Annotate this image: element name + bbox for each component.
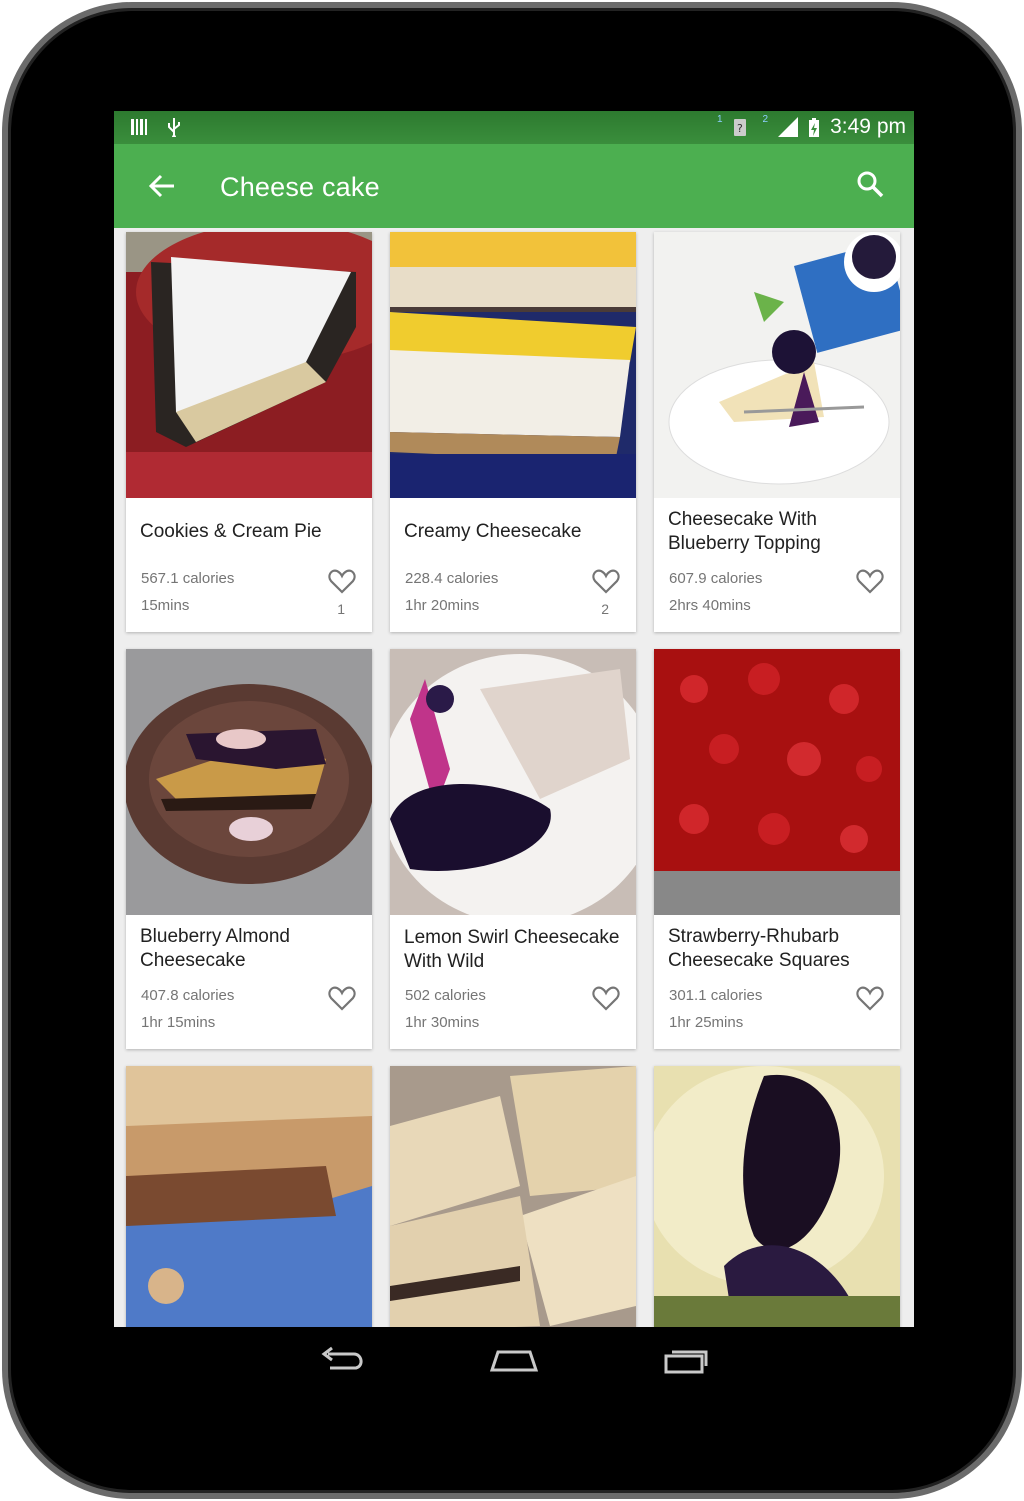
blueberry-cheesecake-plate-photo: [654, 232, 900, 498]
svg-text:?: ?: [737, 122, 743, 135]
status-time: 3:49 pm: [830, 115, 906, 138]
search-icon[interactable]: [854, 168, 888, 202]
recipe-image: [126, 1066, 372, 1327]
nav-home-icon[interactable]: [488, 1346, 540, 1376]
favorite-heart-icon[interactable]: [856, 568, 884, 594]
recipe-grid: Cookies & Cream Pie 567.1 calories 15min…: [114, 228, 914, 1327]
recipe-time: 1hr 20mins: [405, 597, 480, 614]
recipe-time: 1hr 15mins: [141, 1014, 216, 1031]
favorite-heart-icon[interactable]: [592, 985, 620, 1011]
status-bar: 1 ? 2 3:49 pm: [114, 111, 914, 144]
sim2-indicator: 2: [762, 113, 769, 125]
recipe-calories: 607.9 calories: [669, 570, 763, 587]
recipe-title: Lemon Swirl Cheesecake With Wild: [404, 927, 620, 972]
recipe-calories: 301.1 calories: [669, 987, 763, 1004]
recipe-title: Cheesecake With Blueberry Topping: [668, 509, 821, 554]
sim-unknown-icon: ?: [733, 119, 746, 136]
recipe-title: Cookies & Cream Pie: [140, 521, 322, 542]
recipe-card[interactable]: [390, 1066, 636, 1327]
screen: 1 ? 2 3:49 pm Cheese cake Cookies & Crea…: [114, 111, 914, 1327]
wild-blueberry-sauce-photo: [390, 649, 636, 915]
recipe-image: [390, 1066, 636, 1327]
recipe-image: [390, 232, 636, 498]
sim1-indicator: 1: [716, 113, 723, 125]
recipe-card[interactable]: Lemon Swirl Cheesecake With Wild 502 cal…: [390, 649, 636, 1049]
usb-icon: [168, 118, 180, 137]
recipe-calories: 502 calories: [405, 987, 486, 1004]
recipe-title: Strawberry-Rhubarb Cheesecake Squares: [668, 926, 850, 971]
favorite-heart-icon[interactable]: [328, 985, 356, 1011]
back-arrow-icon[interactable]: [144, 170, 180, 202]
nav-recent-apps-icon[interactable]: [660, 1346, 712, 1376]
favorite-count: 1: [337, 601, 345, 617]
favorite-heart-icon[interactable]: [856, 985, 884, 1011]
battery-charging-icon: [809, 118, 820, 137]
signal-icon: [778, 117, 799, 137]
recipe-calories: 228.4 calories: [405, 570, 499, 587]
recipe-card[interactable]: Creamy Cheesecake 228.4 calories 1hr 20m…: [390, 232, 636, 632]
recipe-time: 2hrs 40mins: [669, 597, 751, 614]
favorite-heart-icon[interactable]: [328, 568, 356, 594]
page-title: Cheese cake: [220, 172, 380, 202]
barcode-notification-icon: [131, 119, 147, 135]
favorite-count: 2: [601, 601, 609, 617]
lemon-topped-cheesecake-photo: [390, 232, 636, 498]
favorite-heart-icon[interactable]: [592, 568, 620, 594]
recipe-time: 1hr 30mins: [405, 1014, 480, 1031]
nav-back-icon[interactable]: [318, 1346, 368, 1376]
recipe-card[interactable]: [654, 1066, 900, 1327]
app-bar: Cheese cake: [114, 144, 914, 228]
whipped-cream-pie-photo: [126, 232, 372, 498]
recipe-title: Creamy Cheesecake: [404, 521, 582, 542]
recipe-image: [654, 232, 900, 498]
recipe-card[interactable]: Strawberry-Rhubarb Cheesecake Squares 30…: [654, 649, 900, 1049]
strawberry-squares-photo: [654, 649, 900, 915]
recipe-card[interactable]: Cookies & Cream Pie 567.1 calories 15min…: [126, 232, 372, 632]
nut-topped-bars-photo: [390, 1066, 636, 1327]
recipe-image: [654, 649, 900, 915]
recipe-card[interactable]: [126, 1066, 372, 1327]
crumb-bar-photo: [126, 1066, 372, 1327]
recipe-calories: 407.8 calories: [141, 987, 235, 1004]
recipe-time: 15mins: [141, 597, 190, 614]
blueberry-dessert-photo: [654, 1066, 900, 1327]
recipe-time: 1hr 25mins: [669, 1014, 744, 1031]
recipe-image: [654, 1066, 900, 1327]
recipe-calories: 567.1 calories: [141, 570, 235, 587]
recipe-title: Blueberry Almond Cheesecake: [140, 926, 290, 971]
recipe-image: [126, 232, 372, 498]
blueberry-almond-cheesecake-photo: [126, 649, 372, 915]
recipe-card[interactable]: Cheesecake With Blueberry Topping 607.9 …: [654, 232, 900, 632]
recipe-card[interactable]: Blueberry Almond Cheesecake 407.8 calori…: [126, 649, 372, 1049]
recipe-image: [390, 649, 636, 915]
recipe-image: [126, 649, 372, 915]
